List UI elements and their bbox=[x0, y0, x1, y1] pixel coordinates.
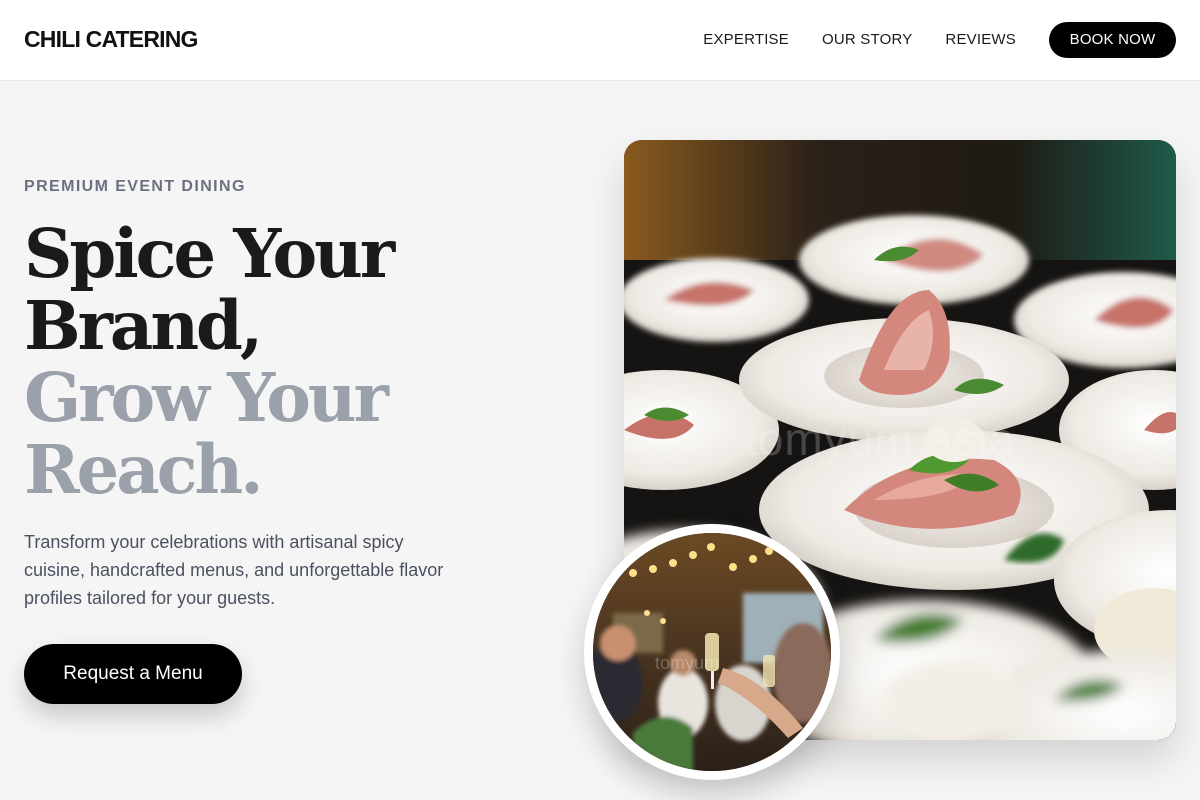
site-header: CHILI CATERING EXPERTISE OUR STORY REVIE… bbox=[0, 0, 1200, 81]
hero-headline: Spice Your Brand, Grow Your Reach. bbox=[24, 214, 395, 509]
nav-link-expertise[interactable]: EXPERTISE bbox=[703, 22, 789, 58]
headline-line-1: Spice Your bbox=[24, 214, 395, 293]
nav-link-reviews[interactable]: REVIEWS bbox=[945, 22, 1016, 58]
brand-logo[interactable]: CHILI CATERING bbox=[24, 26, 198, 53]
main-image-watermark: tomyum asia bbox=[744, 413, 1016, 465]
event-circle-image: tomyum bbox=[584, 524, 840, 780]
nav-link-our-story[interactable]: OUR STORY bbox=[822, 22, 912, 58]
request-menu-button[interactable]: Request a Menu bbox=[24, 644, 242, 704]
headline-line-2: Brand, bbox=[24, 286, 263, 365]
headline-line-3: Grow Your bbox=[24, 358, 389, 437]
headline-line-4: Reach. bbox=[24, 430, 264, 509]
guests-toasting-illustration bbox=[593, 533, 831, 771]
event-photo: tomyum bbox=[593, 533, 831, 771]
hero-description: Transform your celebrations with artisan… bbox=[24, 532, 444, 608]
hero-eyebrow: PREMIUM EVENT DINING bbox=[24, 178, 246, 195]
circle-image-watermark: tomyum bbox=[655, 653, 720, 673]
main-nav: EXPERTISE OUR STORY REVIEWS BOOK NOW bbox=[703, 22, 1176, 58]
book-now-button[interactable]: BOOK NOW bbox=[1049, 22, 1176, 58]
